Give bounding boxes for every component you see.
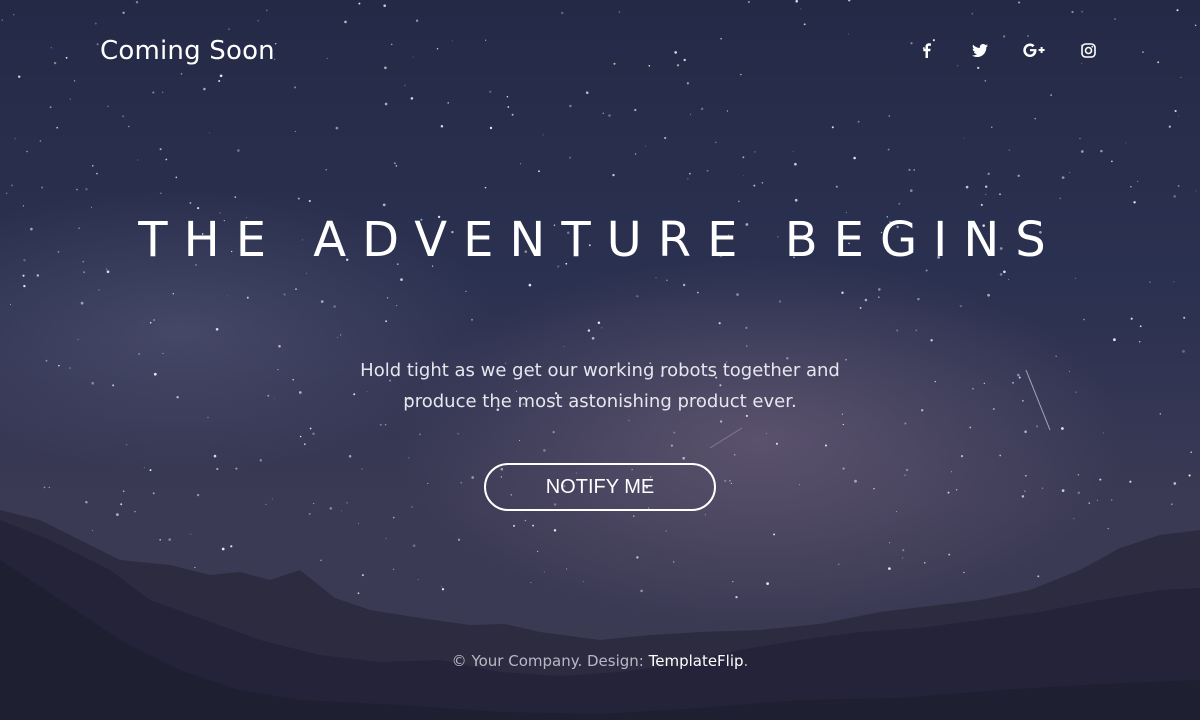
instagram-link[interactable] — [1076, 40, 1100, 60]
facebook-icon — [922, 42, 931, 58]
facebook-link[interactable] — [914, 40, 938, 60]
google-plus-link[interactable] — [1022, 40, 1046, 60]
twitter-link[interactable] — [968, 40, 992, 60]
hero-headline: THE ADVENTURE BEGINS — [138, 212, 1062, 268]
hero-tagline: Hold tight as we get our working robots … — [340, 355, 860, 417]
social-links — [914, 40, 1100, 60]
notify-me-button[interactable]: NOTIFY ME — [484, 463, 716, 511]
footer: © Your Company. Design: TemplateFlip. — [0, 652, 1200, 670]
footer-period: . — [743, 652, 749, 670]
templateflip-link[interactable]: TemplateFlip — [649, 652, 744, 670]
instagram-icon — [1080, 42, 1096, 58]
tagline-line-1: Hold tight as we get our working robots … — [360, 360, 840, 381]
brand-title: Coming Soon — [100, 36, 275, 66]
tagline-line-2: produce the most astonishing product eve… — [403, 391, 797, 412]
google-plus-icon — [1023, 43, 1045, 57]
footer-copyright: © Your Company. Design: — [451, 652, 649, 670]
twitter-icon — [972, 43, 988, 57]
